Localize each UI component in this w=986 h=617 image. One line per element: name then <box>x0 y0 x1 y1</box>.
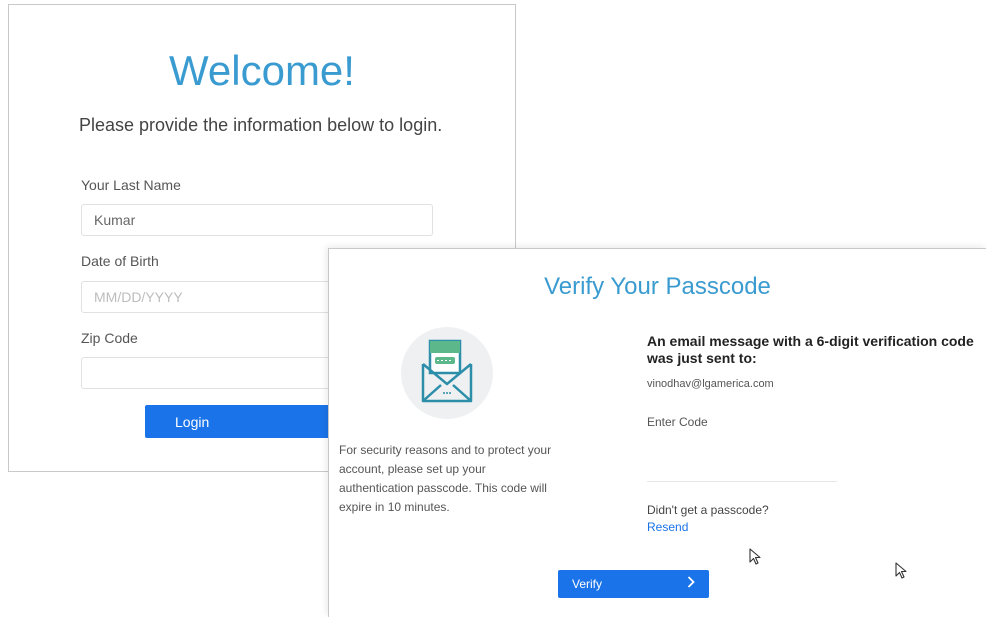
email-sent-heading: An email message with a 6-digit verifica… <box>647 333 974 366</box>
chevron-right-icon <box>687 576 695 590</box>
resend-link[interactable]: Resend <box>647 520 688 534</box>
no-passcode-text: Didn't get a passcode? <box>647 503 769 517</box>
last-name-label: Your Last Name <box>81 177 181 193</box>
verify-card: Verify Your Passcode For security reason… <box>328 248 986 617</box>
mouse-cursor-icon <box>749 548 763 566</box>
verify-title: Verify Your Passcode <box>544 273 771 300</box>
login-subtitle: Please provide the information below to … <box>79 115 443 135</box>
code-input[interactable] <box>647 445 837 482</box>
last-name-input[interactable] <box>81 204 433 236</box>
date-of-birth-label: Date of Birth <box>81 253 159 269</box>
enter-code-label: Enter Code <box>647 415 708 429</box>
welcome-title: Welcome! <box>169 47 355 94</box>
zip-code-label: Zip Code <box>81 330 138 346</box>
mouse-cursor-icon <box>895 562 909 580</box>
envelope-passcode-icon <box>401 327 493 419</box>
security-notice: For security reasons and to protect your… <box>339 443 552 514</box>
verify-button-label: Verify <box>572 577 603 591</box>
email-address: vinodhav@lgamerica.com <box>647 378 774 390</box>
verify-button[interactable]: Verify <box>558 570 709 598</box>
login-button[interactable]: Login <box>145 405 335 438</box>
